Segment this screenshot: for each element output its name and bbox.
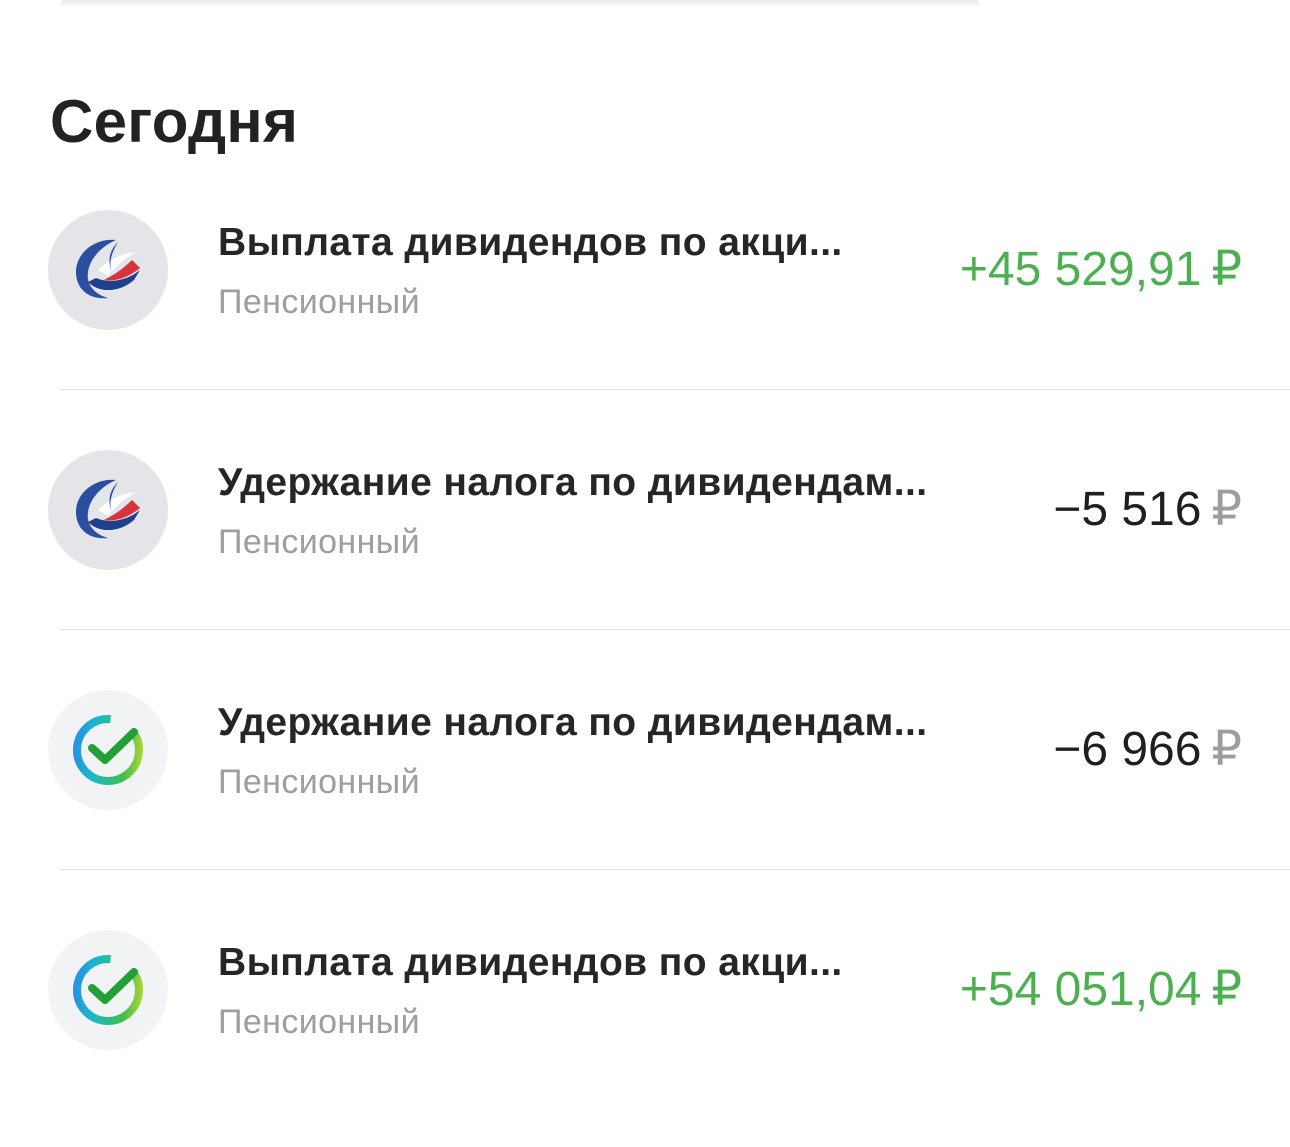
transaction-row[interactable]: Выплата дивидендов по акци... Пенсионный… <box>0 150 1290 390</box>
transaction-account: Пенсионный <box>218 523 421 561</box>
currency-sign: ₽ <box>1211 243 1242 296</box>
transaction-amount: +54 051,04 ₽ <box>960 962 1242 1018</box>
transaction-title: Удержание налога по дивидендам... <box>218 461 928 504</box>
amount-value: −6 966 <box>1053 723 1202 776</box>
section-title-today: Сегодня <box>50 88 299 156</box>
transaction-list: Выплата дивидендов по акци... Пенсионный… <box>0 150 1290 1110</box>
amount-value: +45 529,91 <box>959 243 1202 296</box>
scroll-fade-edge <box>60 0 980 8</box>
transaction-amount: +45 529,91 ₽ <box>960 242 1242 298</box>
sber-check-logo-icon <box>48 930 168 1050</box>
transaction-row[interactable]: Выплата дивидендов по акци... Пенсионный… <box>0 870 1290 1110</box>
transaction-account: Пенсионный <box>218 283 421 321</box>
sber-check-logo-icon <box>48 690 168 810</box>
currency-sign: ₽ <box>1211 483 1242 536</box>
transaction-row[interactable]: Удержание налога по дивидендам... Пенсио… <box>0 630 1290 870</box>
currency-sign: ₽ <box>1211 723 1242 776</box>
transaction-row[interactable]: Удержание налога по дивидендам... Пенсио… <box>0 390 1290 630</box>
transaction-account: Пенсионный <box>218 763 421 801</box>
transaction-amount: −6 966 ₽ <box>1053 722 1242 778</box>
transaction-title: Удержание налога по дивидендам... <box>218 701 928 744</box>
currency-sign: ₽ <box>1211 963 1242 1016</box>
issuer-bird-logo-icon <box>48 450 168 570</box>
amount-value: +54 051,04 <box>959 963 1202 1016</box>
issuer-bird-logo-icon <box>48 210 168 330</box>
amount-value: −5 516 <box>1053 483 1202 536</box>
transaction-account: Пенсионный <box>218 1003 421 1041</box>
transaction-amount: −5 516 ₽ <box>1053 482 1242 538</box>
transaction-title: Выплата дивидендов по акци... <box>218 221 843 264</box>
transaction-title: Выплата дивидендов по акци... <box>218 941 843 984</box>
